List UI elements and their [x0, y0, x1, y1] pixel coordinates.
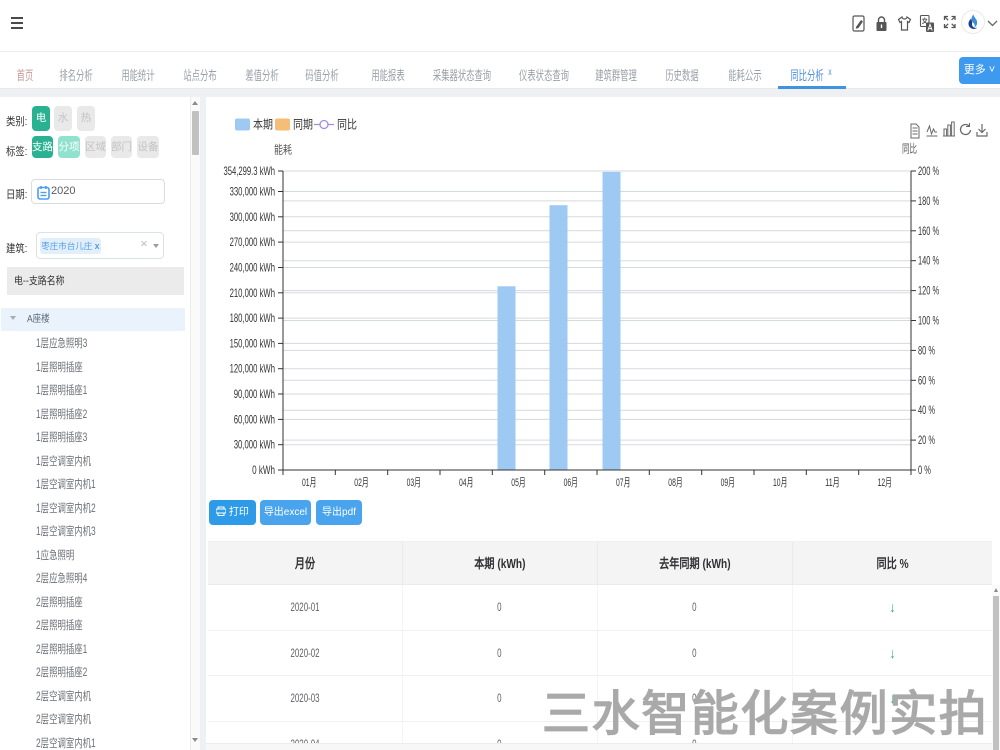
svg-text:07月: 07月 [616, 477, 630, 489]
svg-text:10月: 10月 [773, 477, 787, 489]
svg-text:0 kWh: 0 kWh [252, 463, 275, 477]
svg-text:60,000 kWh: 60,000 kWh [234, 412, 275, 426]
svg-text:08月: 08月 [668, 477, 682, 489]
svg-text:0 %: 0 % [918, 463, 931, 477]
svg-text:180 %: 180 % [918, 194, 939, 208]
svg-text:330,000 kWh: 330,000 kWh [230, 185, 275, 199]
svg-text:120,000 kWh: 120,000 kWh [230, 362, 275, 376]
svg-text:同比: 同比 [337, 118, 357, 132]
svg-text:12月: 12月 [878, 477, 892, 489]
svg-text:本期: 本期 [253, 118, 273, 132]
svg-text:30,000 kWh: 30,000 kWh [234, 438, 275, 452]
svg-text:300,000 kWh: 300,000 kWh [230, 210, 275, 224]
svg-text:同期: 同期 [293, 118, 313, 132]
svg-text:150,000 kWh: 150,000 kWh [230, 336, 275, 350]
svg-text:200 %: 200 % [918, 164, 939, 178]
svg-text:同比: 同比 [902, 143, 917, 156]
svg-text:06月: 06月 [564, 477, 578, 489]
svg-text:180,000 kWh: 180,000 kWh [230, 311, 275, 325]
svg-text:04月: 04月 [459, 477, 473, 489]
svg-text:09月: 09月 [721, 477, 735, 489]
svg-text:05月: 05月 [511, 477, 525, 489]
svg-text:20 %: 20 % [918, 433, 935, 447]
svg-text:02月: 02月 [354, 477, 368, 489]
svg-text:03月: 03月 [407, 477, 421, 489]
svg-text:160 %: 160 % [918, 224, 939, 238]
svg-text:60 %: 60 % [918, 373, 935, 387]
svg-text:80 %: 80 % [918, 343, 935, 357]
svg-text:90,000 kWh: 90,000 kWh [234, 387, 275, 401]
svg-text:120 %: 120 % [918, 284, 939, 298]
svg-text:354,299.3 kWh: 354,299.3 kWh [224, 164, 276, 178]
svg-text:40 %: 40 % [918, 403, 935, 417]
svg-text:140 %: 140 % [918, 254, 939, 268]
svg-text:210,000 kWh: 210,000 kWh [230, 286, 275, 300]
svg-text:01月: 01月 [302, 477, 316, 489]
svg-text:270,000 kWh: 270,000 kWh [230, 235, 275, 249]
svg-text:240,000 kWh: 240,000 kWh [230, 261, 275, 275]
svg-text:11月: 11月 [825, 477, 839, 489]
svg-text:100 %: 100 % [918, 314, 939, 328]
svg-text:能耗: 能耗 [274, 143, 292, 157]
